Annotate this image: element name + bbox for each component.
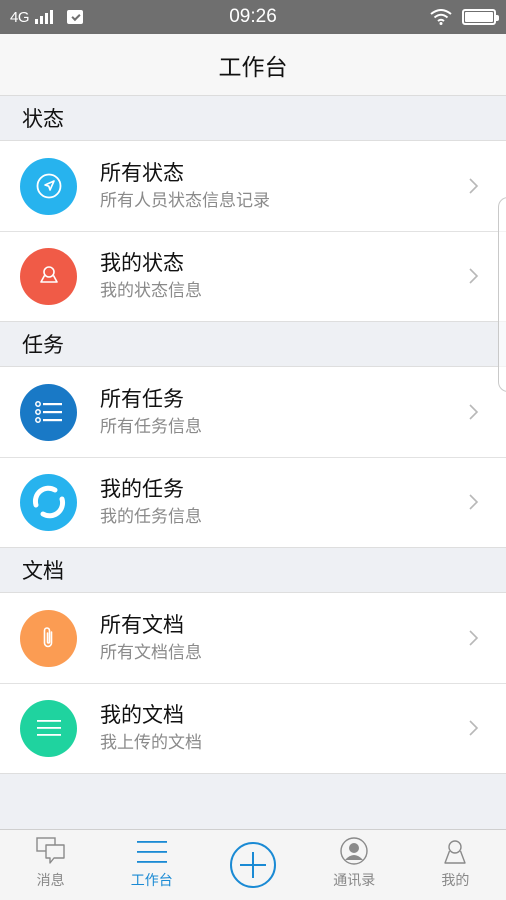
notification-icon [67,10,84,24]
paperclip-icon [20,609,77,667]
wifi-icon [430,9,452,25]
list-item-all-tasks[interactable]: 所有任务 所有任务信息 [0,367,506,457]
section-header-tasks: 任务 [0,322,506,366]
chevron-right-icon [454,719,494,737]
status-list: 所有状态 所有人员状态信息记录 我的状态 我的状态信息 [0,140,506,322]
chevron-right-icon [454,177,494,195]
tab-contacts[interactable]: 通讯录 [304,830,405,900]
section-title: 状态 [22,107,64,131]
network-type: 4G [10,8,30,26]
documents-list: 所有文档 所有文档信息 我的文档 我上传的文档 [0,592,506,774]
section-header-status: 状态 [0,96,506,140]
bottom-tab-bar: 消息 工作台 通讯录 我的 [0,829,506,900]
item-text: 所有状态 所有人员状态信息记录 [100,159,454,213]
section-title: 任务 [22,333,64,357]
item-subtitle: 所有文档信息 [100,643,202,663]
chat-icon [35,837,65,864]
item-text: 我的文档 我上传的文档 [100,701,454,755]
item-text: 所有文档 所有文档信息 [100,611,454,665]
edge-drag-handle[interactable] [498,197,506,392]
refresh-icon [20,473,77,531]
chevron-right-icon [454,403,494,421]
item-subtitle: 我上传的文档 [100,733,202,753]
section-title: 文档 [22,559,64,583]
menu-icon [136,841,167,863]
list-item-all-documents[interactable]: 所有文档 所有文档信息 [0,593,506,683]
menu-lines-icon [20,699,77,757]
status-left: 4G [10,9,150,26]
list-item-my-documents[interactable]: 我的文档 我上传的文档 [0,683,506,773]
page-title: 工作台 [218,54,288,81]
chevron-right-icon [454,629,494,647]
tasks-list: 所有任务 所有任务信息 我的任务 我的任务信息 [0,366,506,548]
tab-mine[interactable]: 我的 [405,830,506,900]
tab-label: 工作台 [130,873,173,889]
item-subtitle: 我的任务信息 [100,507,202,527]
item-text: 所有任务 所有任务信息 [100,385,454,439]
tab-add[interactable] [202,830,303,900]
item-text: 我的状态 我的状态信息 [100,249,454,303]
item-text: 我的任务 我的任务信息 [100,475,454,529]
chevron-right-icon [454,493,494,511]
compass-icon [20,157,77,215]
item-title: 我的状态 [100,251,184,275]
header-bar: 工作台 [0,34,506,96]
tab-label: 我的 [441,873,470,889]
list-item-my-tasks[interactable]: 我的任务 我的任务信息 [0,457,506,547]
status-right [356,9,499,25]
tab-workbench[interactable]: 工作台 [101,830,202,900]
battery-icon [461,9,499,25]
item-subtitle: 所有任务信息 [100,417,202,437]
add-icon [230,842,276,888]
contacts-icon [340,837,368,865]
list-item-my-status[interactable]: 我的状态 我的状态信息 [0,231,506,321]
tab-label: 消息 [36,873,65,889]
item-title: 所有任务 [100,387,184,411]
workbench-content: 状态 所有状态 所有人员状态信息记录 我的状态 我的状态信息 任务 所有任务 所… [0,96,506,774]
person-icon [20,247,77,305]
item-subtitle: 我的状态信息 [100,281,202,301]
item-title: 我的任务 [100,477,184,501]
signal-icon [35,10,54,24]
status-bar: 4G 09:26 [0,0,506,34]
list-item-all-status[interactable]: 所有状态 所有人员状态信息记录 [0,141,506,231]
tab-messages[interactable]: 消息 [0,830,101,900]
list-icon [20,383,77,441]
profile-icon [444,840,467,864]
clock: 09:26 [229,6,277,27]
item-title: 所有文档 [100,613,184,637]
tab-label: 通讯录 [333,873,376,889]
item-subtitle: 所有人员状态信息记录 [100,191,270,211]
section-header-documents: 文档 [0,548,506,592]
item-title: 所有状态 [100,161,184,185]
chevron-right-icon [454,267,494,285]
item-title: 我的文档 [100,703,184,727]
